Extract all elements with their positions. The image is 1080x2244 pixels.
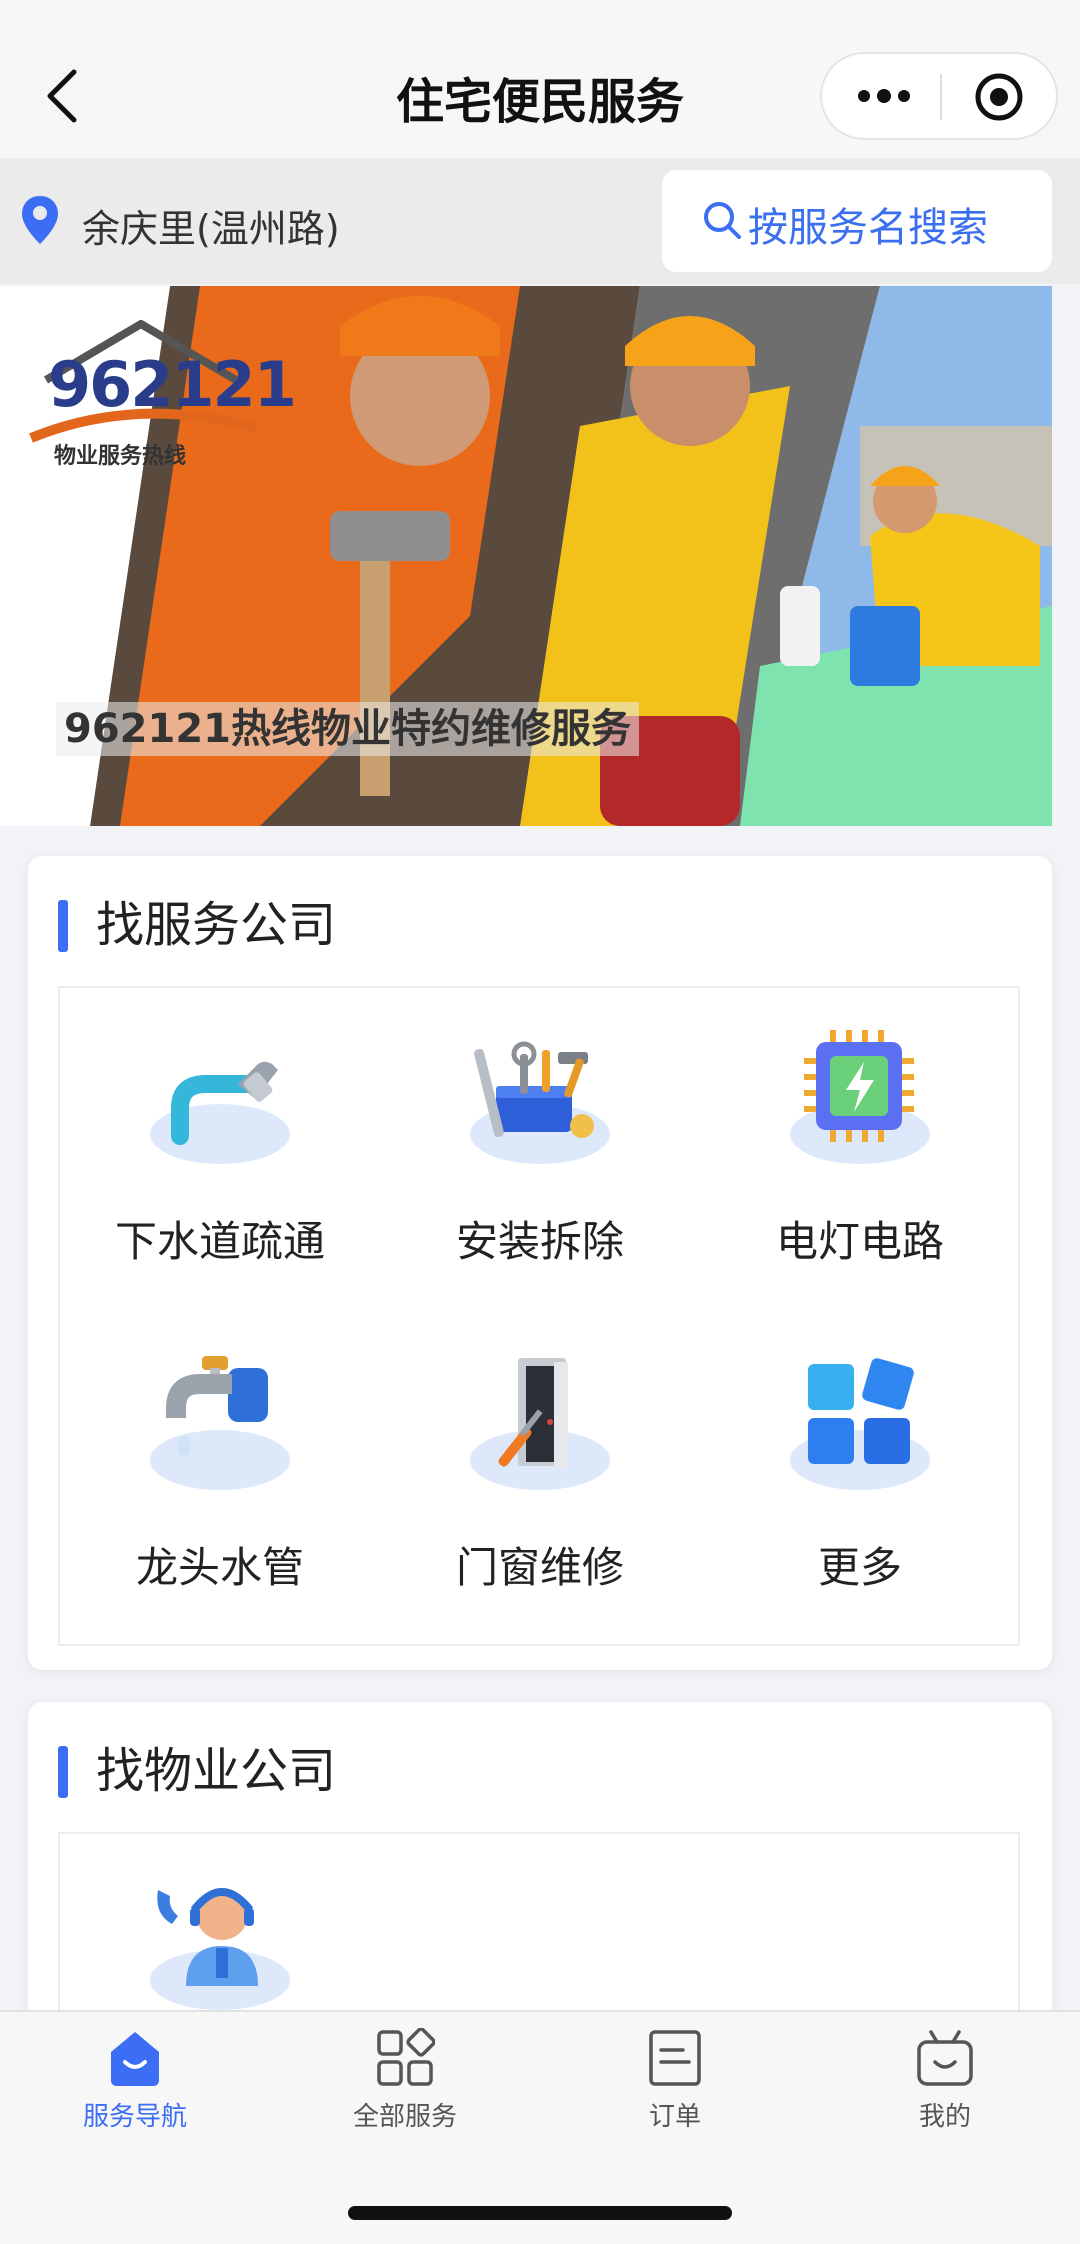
pipe-icon	[150, 1028, 290, 1168]
service-item-install[interactable]: 安装拆除	[380, 988, 700, 1288]
service-item-more[interactable]: 更多	[700, 1314, 1020, 1614]
toolbox-icon	[470, 1028, 610, 1168]
chip-icon	[790, 1028, 930, 1168]
tab-service-nav[interactable]: 服务导航	[0, 2012, 270, 2142]
tab-orders[interactable]: 订单	[540, 2012, 810, 2142]
section-title: 找物业公司	[96, 1743, 337, 1799]
target-icon[interactable]	[974, 72, 1024, 122]
banner-caption: 962121热线物业特约维修服务	[56, 702, 639, 756]
tab-all-services[interactable]: 全部服务	[270, 2012, 540, 2142]
service-label: 龙头水管	[135, 1543, 304, 1592]
home-smile-icon	[111, 2032, 159, 2086]
service-label: 下水道疏通	[114, 1217, 325, 1266]
service-label: 门窗维修	[455, 1543, 624, 1592]
service-item-electric[interactable]: 电灯电路	[700, 988, 1020, 1288]
current-location[interactable]: 余庆里(温州路)	[82, 198, 340, 253]
tab-label: 全部服务	[352, 2102, 457, 2132]
tab-label: 订单	[648, 2102, 701, 2132]
more-dots-icon[interactable]	[856, 86, 912, 106]
mini-program-capsule	[820, 52, 1058, 140]
profile-tv-icon	[917, 2030, 973, 2086]
search-icon	[704, 202, 741, 239]
capsule-divider	[940, 74, 942, 120]
promo-banner[interactable]: 962121 物业服务热线 962121热线物业特约维修服务	[0, 286, 1052, 826]
service-label: 安装拆除	[455, 1217, 624, 1266]
top-navigation-bar: 住宅便民服务	[0, 0, 1080, 158]
search-button[interactable]: 按服务名搜索	[662, 170, 1052, 272]
section-accent-bar	[58, 900, 68, 952]
service-item-door[interactable]: 门窗维修	[380, 1314, 700, 1614]
apps-icon	[377, 2028, 435, 2086]
home-indicator	[348, 2206, 732, 2220]
service-grid: 下水道疏通 安装拆除 电灯电路 龙头水管 门窗维修 更多	[58, 986, 1020, 1646]
hotline-logo: 962121 物业服务热线	[26, 320, 297, 470]
logo-subtitle: 物业服务热线	[54, 444, 187, 469]
location-pin-icon[interactable]	[20, 194, 60, 246]
order-icon	[649, 2030, 701, 2086]
service-item-drain[interactable]: 下水道疏通	[60, 988, 380, 1288]
search-label: 按服务名搜索	[748, 205, 988, 251]
customer-service-icon	[150, 1874, 290, 2014]
tab-label: 服务导航	[82, 2102, 187, 2132]
grid-more-icon	[790, 1354, 930, 1494]
service-label: 电灯电路	[775, 1217, 944, 1266]
section-title: 找服务公司	[96, 897, 337, 953]
service-item-faucet[interactable]: 龙头水管	[60, 1314, 380, 1614]
section-accent-bar	[58, 1746, 68, 1798]
faucet-icon	[150, 1354, 290, 1494]
door-icon	[470, 1354, 610, 1494]
tab-label: 我的	[918, 2102, 971, 2132]
service-company-section: 找服务公司 下水道疏通 安装拆除 电灯电路 龙头水管 门窗维修 更多	[28, 856, 1052, 1670]
tab-mine[interactable]: 我的	[810, 2012, 1080, 2142]
property-company-section: 找物业公司	[28, 1702, 1052, 2052]
service-label: 更多	[817, 1543, 902, 1592]
logo-number: 962121	[48, 348, 297, 421]
